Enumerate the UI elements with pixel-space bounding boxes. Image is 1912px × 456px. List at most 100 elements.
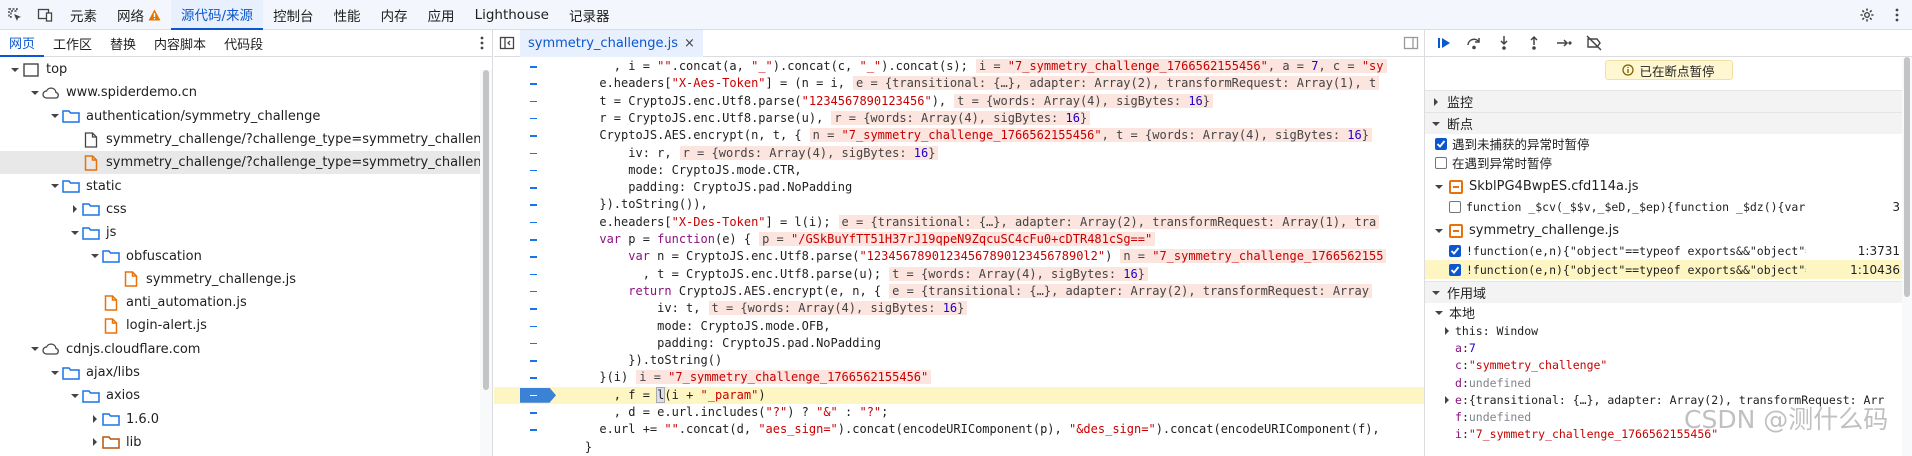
- line-gutter[interactable]: [494, 439, 556, 456]
- tree-item[interactable]: symmetry_challenge.js: [0, 268, 480, 291]
- expanded-arrow-icon[interactable]: [28, 86, 42, 100]
- tree-item[interactable]: axios: [0, 384, 480, 407]
- settings-gear-icon[interactable]: [1852, 0, 1882, 30]
- navigator-tab[interactable]: 工作区: [44, 30, 101, 57]
- collapsed-arrow-icon[interactable]: [88, 435, 102, 449]
- line-gutter[interactable]: [494, 421, 556, 438]
- line-gutter[interactable]: [494, 75, 556, 92]
- scrollbar-thumb[interactable]: [1904, 57, 1910, 297]
- breakpoint-file-header[interactable]: symmetry_challenge.js: [1425, 220, 1912, 241]
- step-out-icon[interactable]: [1519, 30, 1549, 57]
- main-tab[interactable]: 控制台: [263, 0, 324, 30]
- main-tab[interactable]: 网络: [107, 0, 171, 30]
- checkbox[interactable]: [1435, 156, 1447, 169]
- inspect-element-icon[interactable]: [0, 0, 30, 30]
- line-gutter[interactable]: [494, 231, 556, 248]
- toggle-navigator-icon[interactable]: [494, 30, 520, 57]
- navigator-tab[interactable]: 代码段: [215, 30, 272, 57]
- line-gutter[interactable]: [494, 369, 556, 386]
- collapsed-arrow-icon[interactable]: [88, 412, 102, 426]
- debugger-scrollbar[interactable]: [1902, 57, 1912, 456]
- main-tab[interactable]: 元素: [60, 0, 107, 30]
- line-gutter[interactable]: [494, 162, 556, 179]
- line-gutter[interactable]: [494, 248, 556, 265]
- line-gutter[interactable]: [494, 58, 556, 75]
- breakpoint-item[interactable]: function _$cv(_$$v,_$eD,_$ep){function _…: [1425, 197, 1912, 216]
- line-gutter[interactable]: [494, 335, 556, 352]
- scope-variable[interactable]: e: {transitional: {…}, adapter: Array(2)…: [1425, 391, 1912, 408]
- breakpoint-checkbox[interactable]: [1449, 263, 1461, 276]
- more-options-kebab-icon[interactable]: [1882, 0, 1912, 30]
- editor-file-tab[interactable]: symmetry_challenge.js ×: [520, 29, 703, 57]
- breakpoints-section-header[interactable]: 断点: [1425, 112, 1912, 134]
- deactivate-breakpoints-icon[interactable]: [1579, 30, 1609, 57]
- scope-variable[interactable]: f: undefined: [1425, 408, 1912, 425]
- navigator-tab[interactable]: 网页: [0, 30, 45, 57]
- scrollbar-thumb[interactable]: [483, 70, 489, 390]
- main-tab[interactable]: 源代码/来源: [171, 0, 264, 30]
- tree-item[interactable]: ajax/libs: [0, 361, 480, 384]
- exception-option[interactable]: 在遇到异常时暂停: [1425, 153, 1912, 172]
- scope-section-header[interactable]: 作用域: [1425, 281, 1912, 303]
- step-into-icon[interactable]: [1489, 30, 1519, 57]
- tree-item[interactable]: authentication/symmetry_challenge: [0, 105, 480, 128]
- expanded-arrow-icon[interactable]: [48, 179, 62, 193]
- line-gutter[interactable]: [494, 387, 556, 404]
- close-tab-icon[interactable]: ×: [684, 36, 695, 51]
- checkbox[interactable]: [1435, 137, 1447, 150]
- line-gutter[interactable]: [494, 404, 556, 421]
- breakpoint-item[interactable]: !function(e,n){"object"==typeof exports&…: [1425, 241, 1912, 260]
- toggle-debugger-icon[interactable]: [1398, 35, 1424, 51]
- navigator-scrollbar[interactable]: [480, 70, 492, 456]
- line-gutter[interactable]: [494, 266, 556, 283]
- scope-variable[interactable]: c: "symmetry_challenge": [1425, 357, 1912, 374]
- line-gutter[interactable]: [494, 283, 556, 300]
- tree-item[interactable]: cdnjs.cloudflare.com: [0, 338, 480, 361]
- line-gutter[interactable]: [494, 300, 556, 317]
- watch-section-header[interactable]: 监控: [1425, 90, 1912, 112]
- line-gutter[interactable]: [494, 196, 556, 213]
- line-gutter[interactable]: [494, 179, 556, 196]
- resume-icon[interactable]: [1429, 30, 1459, 57]
- line-gutter[interactable]: [494, 93, 556, 110]
- code-view[interactable]: , i = "".concat(a, "_").concat(c, "_").c…: [494, 58, 1424, 456]
- expanded-arrow-icon[interactable]: [48, 366, 62, 380]
- expanded-arrow-icon[interactable]: [68, 226, 82, 240]
- line-gutter[interactable]: [494, 352, 556, 369]
- expanded-arrow-icon[interactable]: [88, 249, 102, 263]
- line-gutter[interactable]: [494, 214, 556, 231]
- tree-item[interactable]: static: [0, 174, 480, 197]
- tree-item[interactable]: anti_automation.js: [0, 291, 480, 314]
- scope-variable[interactable]: d: undefined: [1425, 374, 1912, 391]
- tree-item[interactable]: symmetry_challenge/?challenge_type=symme…: [0, 151, 480, 175]
- tree-item[interactable]: login-alert.js: [0, 314, 480, 337]
- breakpoint-checkbox[interactable]: [1449, 244, 1461, 257]
- line-gutter[interactable]: [494, 318, 556, 335]
- main-tab[interactable]: 内存: [371, 0, 418, 30]
- expanded-arrow-icon[interactable]: [28, 342, 42, 356]
- step-over-icon[interactable]: [1459, 30, 1489, 57]
- navigator-tab[interactable]: 替换: [101, 30, 145, 57]
- main-tab[interactable]: 性能: [324, 0, 371, 30]
- tree-item[interactable]: 1.6.0: [0, 407, 480, 430]
- navigator-more-icon[interactable]: [472, 36, 492, 50]
- line-gutter[interactable]: [494, 145, 556, 162]
- tree-item[interactable]: symmetry_challenge/?challenge_type=symme…: [0, 128, 480, 151]
- main-tab[interactable]: 记录器: [559, 0, 620, 30]
- breakpoint-file-header[interactable]: SkblPG4BwpES.cfd114a.js: [1425, 176, 1912, 197]
- scope-this-row[interactable]: this: Window: [1425, 322, 1912, 339]
- expanded-arrow-icon[interactable]: [48, 109, 62, 123]
- exception-option[interactable]: 遇到未捕获的异常时暂停: [1425, 134, 1912, 153]
- expanded-arrow-icon[interactable]: [68, 389, 82, 403]
- line-gutter[interactable]: [494, 110, 556, 127]
- line-gutter[interactable]: [494, 127, 556, 144]
- collapsed-arrow-icon[interactable]: [68, 202, 82, 216]
- scope-variable[interactable]: i: "7_symmetry_challenge_1766562155456": [1425, 426, 1912, 443]
- tree-item[interactable]: obfuscation: [0, 244, 480, 267]
- breakpoint-checkbox[interactable]: [1449, 200, 1461, 213]
- navigator-tab[interactable]: 内容脚本: [145, 30, 215, 57]
- local-scope-header[interactable]: 本地: [1425, 303, 1912, 322]
- step-icon[interactable]: [1549, 30, 1579, 57]
- tree-item[interactable]: top: [0, 58, 480, 81]
- tree-item[interactable]: css: [0, 198, 480, 221]
